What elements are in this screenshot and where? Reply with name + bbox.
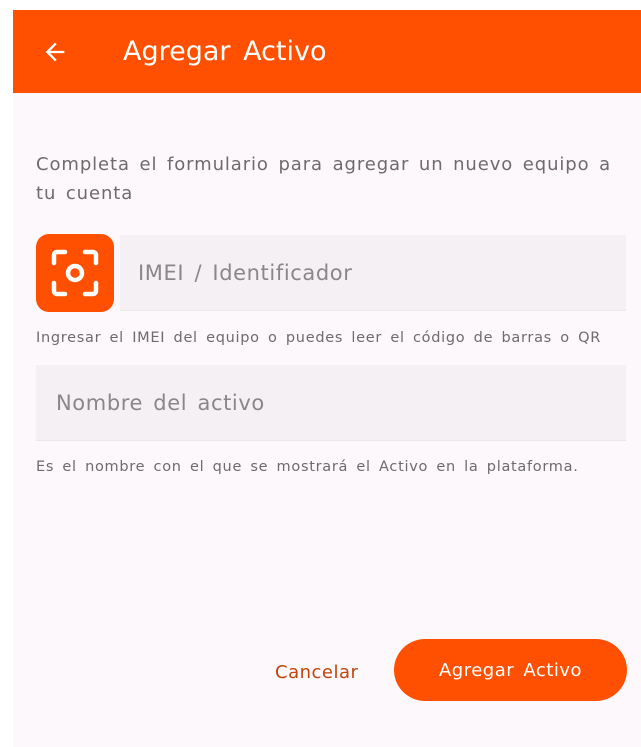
cancel-button[interactable]: Cancelar	[275, 655, 358, 691]
arrow-left-icon	[45, 42, 65, 62]
back-button[interactable]	[35, 32, 75, 72]
imei-field[interactable]	[120, 235, 626, 311]
app-bar: Agregar Activo	[13, 10, 641, 93]
imei-input[interactable]	[138, 260, 626, 285]
scan-code-button[interactable]	[36, 234, 114, 312]
page-title: Agregar Activo	[123, 36, 327, 67]
scan-qr-icon	[51, 249, 99, 297]
form-intro-text: Completa el formulario para agregar un n…	[36, 154, 612, 204]
asset-name-input[interactable]	[56, 390, 626, 415]
add-asset-screen: Agregar Activo Completa el formulario pa…	[13, 10, 641, 747]
asset-name-helper-text: Es el nombre con el que se mostrará el A…	[36, 459, 579, 475]
add-asset-button[interactable]: Agregar Activo	[394, 639, 627, 701]
imei-helper-text: Ingresar el IMEI del equipo o puedes lee…	[36, 330, 601, 346]
asset-name-field[interactable]	[36, 365, 626, 441]
